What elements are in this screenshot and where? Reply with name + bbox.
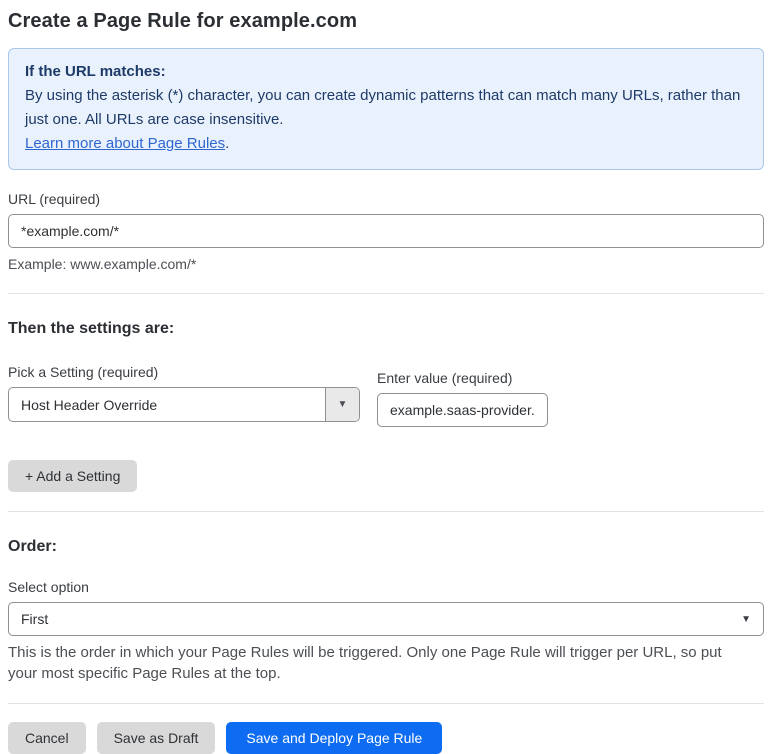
- enter-value-column: Enter value (required): [377, 364, 548, 427]
- link-suffix: .: [225, 135, 230, 152]
- order-select-value: First: [21, 611, 49, 627]
- page-title: Create a Page Rule for example.com: [8, 10, 358, 32]
- url-match-info-box: If the URL matches: By using the asteris…: [8, 48, 764, 170]
- pick-setting-column: Pick a Setting (required) Host Header Ov…: [8, 364, 360, 422]
- divider: [8, 293, 764, 294]
- chevron-down-icon: ▼: [741, 613, 751, 625]
- footer-actions: Cancel Save as Draft Save and Deploy Pag…: [8, 722, 764, 754]
- url-field-label: URL (required): [8, 191, 101, 207]
- order-helper-text: This is the order in which your Page Rul…: [8, 644, 722, 682]
- settings-section-heading: Then the settings are:: [8, 320, 175, 337]
- cancel-button[interactable]: Cancel: [8, 722, 86, 754]
- pick-setting-label: Pick a Setting (required): [8, 364, 159, 380]
- order-select[interactable]: First ▼: [8, 602, 764, 636]
- divider: [8, 703, 764, 704]
- divider: [8, 511, 764, 512]
- info-box-link-line: Learn more about Page Rules.: [25, 132, 747, 156]
- url-input[interactable]: [8, 214, 764, 248]
- url-example-helper: Example: www.example.com/*: [8, 256, 197, 272]
- order-select-group: Select option First ▼ This is the order …: [8, 579, 764, 684]
- info-box-heading: If the URL matches:: [25, 63, 166, 80]
- add-setting-button[interactable]: + Add a Setting: [8, 460, 138, 492]
- setting-dropdown-value: Host Header Override: [21, 396, 158, 413]
- setting-row: Pick a Setting (required) Host Header Ov…: [8, 364, 764, 427]
- order-select-label: Select option: [8, 579, 89, 595]
- order-section-heading: Order:: [8, 538, 57, 555]
- setting-value-input[interactable]: [377, 393, 548, 427]
- learn-more-link[interactable]: Learn more about Page Rules: [25, 135, 225, 152]
- enter-value-label: Enter value (required): [377, 370, 513, 386]
- save-and-deploy-button[interactable]: Save and Deploy Page Rule: [226, 722, 443, 754]
- setting-dropdown-arrow-button[interactable]: ▼: [325, 388, 359, 421]
- url-field-group: URL (required) Example: www.example.com/…: [8, 191, 764, 274]
- info-box-body: By using the asterisk (*) character, you…: [25, 87, 741, 128]
- chevron-down-icon: ▼: [337, 399, 348, 410]
- save-as-draft-button[interactable]: Save as Draft: [96, 722, 216, 754]
- setting-dropdown[interactable]: Host Header Override ▼: [8, 387, 360, 422]
